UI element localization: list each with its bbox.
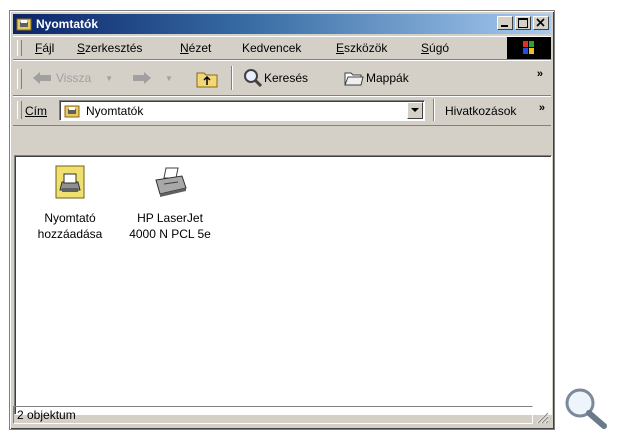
printer-folder-icon <box>64 105 80 118</box>
forward-button[interactable]: ▼ <box>131 70 173 86</box>
window-title: Nyomtatók <box>36 17 99 31</box>
address-value: Nyomtatók <box>86 104 144 118</box>
title-bar[interactable]: Nyomtatók <box>13 14 551 34</box>
windows-flag-icon <box>523 41 534 54</box>
item-label-line1: Nyomtató <box>44 211 96 225</box>
menu-help[interactable]: Súgó <box>421 41 449 55</box>
status-text: 2 objektum <box>17 408 76 422</box>
up-folder-icon <box>196 72 218 88</box>
printer-folder-icon <box>16 18 32 31</box>
back-label: Vissza <box>56 71 92 85</box>
list-item[interactable]: Nyomtató hozzáadása <box>25 164 115 242</box>
zoom-magnifier-icon[interactable] <box>562 386 610 430</box>
folders-label: Mappák <box>366 71 409 85</box>
menu-file[interactable]: Fájl <box>35 41 54 55</box>
search-button[interactable]: Keresés <box>241 67 308 89</box>
menu-tools[interactable]: Eszközök <box>336 41 387 55</box>
menu-edit[interactable]: Szerkesztés <box>77 41 142 55</box>
minimize-icon <box>501 25 508 27</box>
close-icon <box>536 18 545 27</box>
minimize-button[interactable] <box>497 16 513 30</box>
address-bar: Cím Nyomtatók Hivatkozások » <box>13 96 551 126</box>
maximize-button[interactable] <box>515 16 531 30</box>
file-view[interactable]: Nyomtató hozzáadása HP LaserJet 4000 N P… <box>14 155 552 415</box>
resize-grip-icon[interactable] <box>535 410 549 424</box>
explorer-window: Nyomtatók Fájl Szerkesztés Nézet Kedvenc… <box>9 10 555 430</box>
back-button[interactable]: Vissza ▼ <box>31 70 113 86</box>
toolbar-grip[interactable] <box>17 69 22 89</box>
up-folder-button[interactable] <box>195 67 219 89</box>
folders-icon <box>344 72 364 86</box>
address-dropdown-button[interactable] <box>407 102 423 119</box>
menu-favorites[interactable]: Kedvencek <box>242 41 301 55</box>
search-icon <box>244 69 263 88</box>
list-item[interactable]: HP LaserJet 4000 N PCL 5e <box>125 164 215 242</box>
forward-dropdown-icon: ▼ <box>165 73 173 83</box>
item-label-line2: hozzáadása <box>37 227 103 241</box>
item-label-line1: HP LaserJet <box>137 211 203 225</box>
maximize-icon <box>518 18 528 28</box>
menu-grip[interactable] <box>17 40 22 56</box>
address-label: Cím <box>25 104 47 118</box>
item-label-line2: 4000 N PCL 5e <box>129 227 211 241</box>
toolbar-separator <box>231 66 233 90</box>
links-overflow-icon[interactable]: » <box>539 102 545 114</box>
menu-bar: Fájl Szerkesztés Nézet Kedvencek Eszközö… <box>13 36 551 60</box>
back-dropdown-icon: ▼ <box>105 73 114 83</box>
folders-button[interactable]: Mappák <box>343 67 409 89</box>
chevron-down-icon <box>411 108 419 112</box>
address-grip[interactable] <box>17 101 22 119</box>
address-field[interactable]: Nyomtatók <box>59 100 425 121</box>
status-bar: 2 objektum <box>13 404 551 426</box>
search-label: Keresés <box>264 71 309 85</box>
address-separator <box>433 99 435 121</box>
links-button[interactable]: Hivatkozások <box>445 104 516 118</box>
standard-toolbar: Vissza ▼ ▼ Keresés Mappák » <box>13 60 551 96</box>
menu-view[interactable]: Nézet <box>180 41 211 55</box>
printer-icon <box>155 167 187 197</box>
add-printer-icon <box>55 165 85 199</box>
close-button[interactable] <box>533 16 549 30</box>
windows-logo <box>507 37 551 59</box>
forward-arrow-icon <box>133 72 151 84</box>
toolbar-overflow-icon[interactable]: » <box>537 68 543 80</box>
status-panel: 2 objektum <box>13 406 533 424</box>
back-arrow-icon <box>33 72 51 84</box>
